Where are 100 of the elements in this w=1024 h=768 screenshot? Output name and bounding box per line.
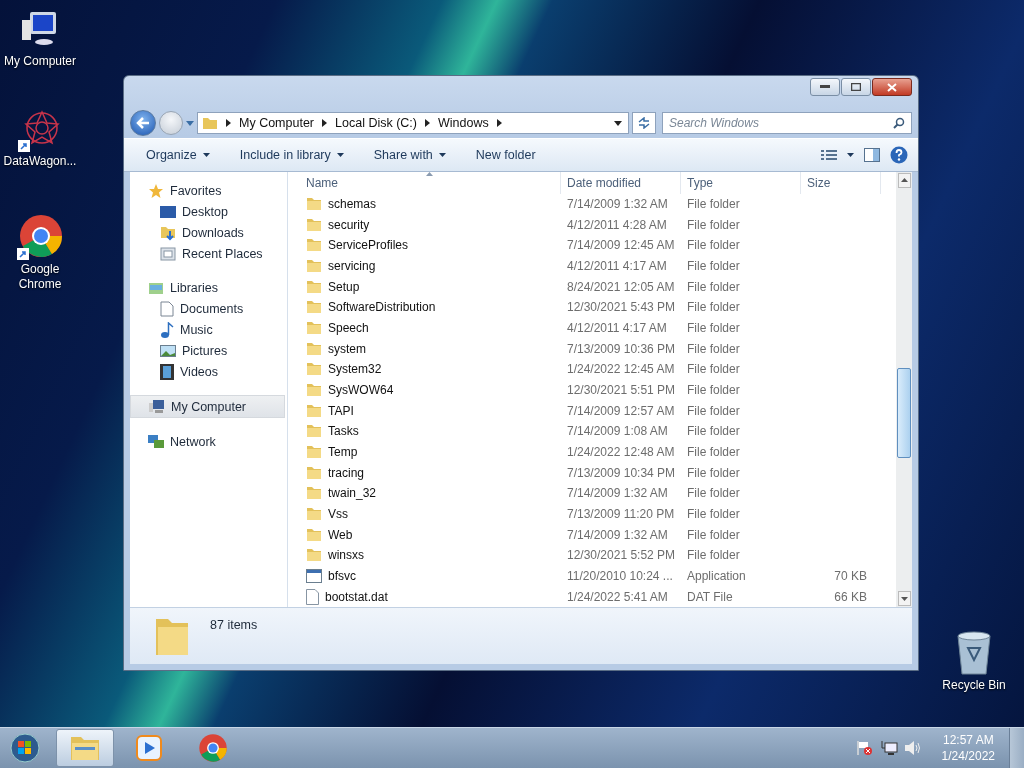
nav-item[interactable]: Documents bbox=[130, 298, 285, 319]
item-count: 87 items bbox=[210, 618, 258, 632]
breadcrumb-arrow-icon[interactable] bbox=[496, 119, 502, 127]
toolbar-button[interactable]: Include in library bbox=[231, 144, 352, 166]
scroll-up-icon[interactable] bbox=[897, 173, 911, 188]
file-name[interactable]: Tasks bbox=[328, 424, 359, 439]
toolbar-button[interactable]: Organize bbox=[138, 144, 218, 166]
type-cell: File folder bbox=[687, 465, 740, 480]
music-note-icon bbox=[160, 321, 174, 338]
file-name[interactable]: tracing bbox=[328, 465, 365, 480]
file-name[interactable]: TAPI bbox=[328, 403, 354, 418]
file-name[interactable]: security bbox=[328, 217, 370, 232]
column-header[interactable]: Type bbox=[681, 172, 801, 194]
nav-item[interactable]: Downloads bbox=[130, 222, 285, 243]
scroll-thumb[interactable] bbox=[897, 368, 911, 458]
type-cell: File folder bbox=[687, 383, 740, 398]
nav-item[interactable]: Videos bbox=[130, 361, 285, 382]
minimize-button[interactable] bbox=[810, 78, 840, 96]
file-name[interactable]: Temp bbox=[328, 445, 358, 460]
nav-item[interactable]: Desktop bbox=[130, 201, 285, 222]
date-cell: 8/24/2021 12:05 AM bbox=[567, 279, 675, 294]
breadcrumb[interactable]: Local Disk (C:) bbox=[335, 116, 417, 130]
breadcrumb-arrow-icon[interactable] bbox=[425, 119, 430, 127]
file-name[interactable]: servicing bbox=[328, 259, 376, 273]
type-cell: File folder bbox=[687, 445, 740, 460]
refresh-button[interactable] bbox=[632, 112, 656, 134]
toolbar-button[interactable]: New folder bbox=[467, 144, 544, 166]
breadcrumb-arrow-icon[interactable] bbox=[226, 119, 231, 127]
file-name[interactable]: bootstat.dat bbox=[325, 589, 388, 604]
type-cell: File folder bbox=[687, 486, 740, 501]
breadcrumb[interactable]: My Computer bbox=[239, 116, 315, 130]
desktop-icon-label: Google Chrome bbox=[17, 262, 63, 292]
file-name[interactable]: Speech bbox=[328, 321, 369, 335]
dropdown-icon[interactable] bbox=[847, 153, 854, 157]
desktop-icon bbox=[160, 204, 176, 219]
preview-pane-icon[interactable] bbox=[864, 148, 880, 162]
folder-icon bbox=[202, 116, 218, 130]
nav-item[interactable]: Pictures bbox=[130, 340, 285, 361]
nav-item[interactable]: Favorites bbox=[130, 180, 285, 201]
network-icon[interactable] bbox=[879, 740, 898, 756]
nav-item[interactable]: Recent Places bbox=[130, 243, 285, 264]
folder-icon bbox=[306, 279, 322, 294]
breadcrumb-arrow-icon[interactable] bbox=[322, 119, 328, 127]
folder-icon bbox=[306, 259, 322, 273]
search-icon[interactable] bbox=[893, 117, 905, 129]
search-field[interactable]: Search Windows bbox=[662, 112, 912, 134]
file-name[interactable]: bfsvc bbox=[328, 569, 356, 584]
date-cell: 1/24/2022 12:45 AM bbox=[567, 362, 675, 377]
recycle-bin-icon[interactable] bbox=[954, 630, 994, 676]
back-button[interactable] bbox=[130, 110, 156, 136]
view-list-icon[interactable] bbox=[821, 149, 837, 161]
date-cell: 12/30/2021 5:51 PM bbox=[567, 383, 676, 398]
date-cell: 7/14/2009 1:32 AM bbox=[567, 197, 668, 211]
column-header[interactable]: Name bbox=[300, 172, 561, 194]
maximize-button[interactable] bbox=[841, 78, 871, 96]
nav-label: Pictures bbox=[182, 343, 228, 358]
file-name[interactable]: System32 bbox=[328, 362, 382, 377]
file-name[interactable]: winsxs bbox=[328, 548, 364, 563]
close-icon bbox=[887, 82, 897, 92]
type-cell: File folder bbox=[687, 238, 740, 253]
flag-icon[interactable] bbox=[855, 740, 874, 756]
folder-icon bbox=[306, 445, 322, 460]
network-icon bbox=[148, 433, 164, 450]
nav-item[interactable]: Network bbox=[130, 431, 285, 452]
file-name[interactable]: Vss bbox=[328, 507, 348, 522]
help-icon[interactable] bbox=[890, 146, 908, 164]
document-icon bbox=[160, 300, 174, 317]
file-name[interactable]: SysWOW64 bbox=[328, 383, 394, 398]
toolbar-button[interactable]: Share with bbox=[365, 144, 454, 166]
nav-label: Network bbox=[170, 434, 216, 449]
file-name[interactable]: system bbox=[328, 341, 366, 356]
column-header[interactable]: Date modified bbox=[561, 172, 681, 194]
chrome-icon bbox=[198, 733, 228, 763]
file-name[interactable]: Setup bbox=[328, 279, 360, 294]
file-name[interactable]: Web bbox=[328, 527, 353, 542]
history-dropdown-icon[interactable] bbox=[186, 120, 194, 126]
chrome-icon[interactable] bbox=[17, 214, 63, 260]
file-name[interactable]: ServiceProfiles bbox=[328, 238, 409, 253]
taskbar-app-button[interactable] bbox=[56, 729, 114, 767]
nav-item[interactable]: Libraries bbox=[130, 277, 285, 298]
date-cell: 11/20/2010 10:24 ... bbox=[567, 569, 673, 584]
column-header[interactable]: Size bbox=[801, 172, 881, 194]
file-name[interactable]: SoftwareDistribution bbox=[328, 300, 436, 315]
scroll-down-icon[interactable] bbox=[897, 591, 911, 606]
address-bar[interactable]: My Computer Local Disk (C:) Windows bbox=[197, 112, 629, 134]
type-cell: DAT File bbox=[687, 589, 733, 604]
dropdown-icon[interactable] bbox=[614, 120, 622, 126]
nav-label: Recent Places bbox=[182, 246, 263, 261]
nav-item[interactable]: My Computer bbox=[130, 395, 285, 418]
file-name[interactable]: schemas bbox=[328, 197, 377, 211]
file-name[interactable]: twain_32 bbox=[328, 486, 377, 501]
scrollbar[interactable] bbox=[896, 172, 912, 607]
close-button[interactable] bbox=[872, 78, 912, 96]
folder-icon bbox=[70, 735, 100, 761]
folder-icon bbox=[306, 486, 322, 501]
breadcrumb[interactable]: Windows bbox=[438, 116, 489, 130]
nav-label: Libraries bbox=[170, 280, 218, 295]
nav-label: My Computer bbox=[171, 399, 247, 414]
nav-item[interactable]: Music bbox=[130, 319, 285, 340]
desktop-icon-label: My Computer bbox=[3, 54, 77, 69]
